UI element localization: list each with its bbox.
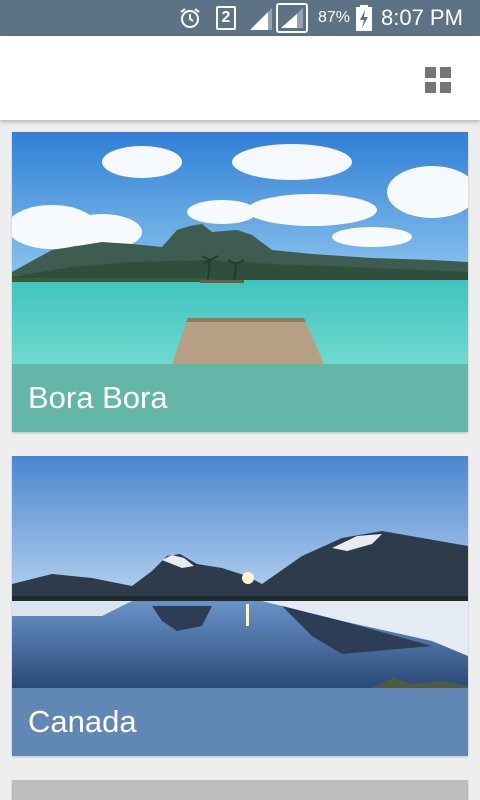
signal-icon-2 [276, 3, 308, 33]
place-photo [12, 456, 468, 688]
grid-view-icon [425, 67, 451, 93]
battery-charging-icon [356, 5, 372, 31]
battery-percent: 87% [318, 9, 351, 26]
places-list[interactable]: Bora Bora Canada [0, 120, 480, 800]
place-caption: Bora Bora [12, 364, 468, 432]
place-name: Canada [28, 704, 137, 739]
sim2-icon: 2 [216, 6, 236, 30]
clock: 8:07 PM [381, 5, 463, 30]
place-card[interactable]: Canada [12, 456, 468, 756]
app-bar [0, 36, 480, 120]
status-bar: 2 87% 8:07 PM [0, 0, 480, 36]
place-card[interactable] [12, 780, 468, 800]
signal-icon [250, 8, 272, 30]
grid-view-button[interactable] [420, 62, 456, 98]
place-name: Bora Bora [28, 380, 168, 415]
place-caption: Canada [12, 688, 468, 756]
alarm-icon [180, 8, 200, 28]
place-photo [12, 132, 468, 364]
place-card[interactable]: Bora Bora [12, 132, 468, 432]
